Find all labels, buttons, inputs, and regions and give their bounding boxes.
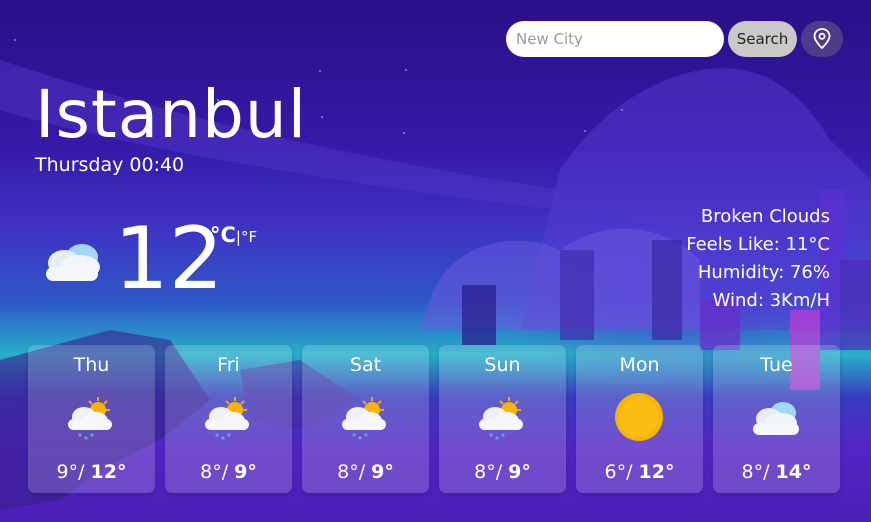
weather-details: Broken Clouds Feels Like: 11°C Humidity:… [686,203,830,315]
forecast-day: Tue 8°/ 14° [713,345,840,493]
forecast-day-name: Tue [760,354,793,376]
cloud-icon [753,402,799,435]
forecast-max: 9° [371,461,394,483]
forecast-list: Thu 9°/ 12° Fri 8°/ 9° Sat 8°/ 9° Sun 8°… [28,345,840,493]
forecast-max: 14° [775,461,812,483]
fahrenheit-unit[interactable]: °F [241,228,257,246]
forecast-temp: 9°/ 12° [57,461,127,483]
cloud-icon [46,244,100,281]
celsius-unit[interactable]: °C [210,223,236,247]
forecast-min: 9°/ [56,461,85,483]
sun-cloud-rain-icon [68,397,112,440]
forecast-temp: 8°/ 9° [200,461,257,483]
map-pin-icon [813,28,831,50]
forecast-min: 6°/ [604,461,633,483]
forecast-day: Fri 8°/ 9° [165,345,292,493]
forecast-day-name: Sat [349,354,382,376]
forecast-day: Sat 8°/ 9° [302,345,429,493]
forecast-day-name: Mon [619,354,660,376]
forecast-day: Mon 6°/ 12° [576,345,703,493]
forecast-day-name: Sun [484,354,521,376]
forecast-day: Thu 9°/ 12° [28,345,155,493]
unit-toggle: °C|°F [210,223,257,247]
forecast-max: 9° [234,461,257,483]
weather-description: Broken Clouds [700,206,830,227]
forecast-temp: 8°/ 9° [337,461,394,483]
current-temperature: 12 [114,209,224,309]
forecast-day-name: Fri [217,354,240,376]
sun-cloud-rain-icon [342,397,386,440]
sun-cloud-rain-icon [479,397,523,440]
feels-like: Feels Like: 11°C [686,234,830,255]
search-button[interactable]: Search [728,21,797,57]
forecast-min: 8°/ [337,461,366,483]
forecast-day-name: Thu [73,354,110,376]
forecast-max: 9° [508,461,531,483]
forecast-min: 8°/ [474,461,503,483]
forecast-temp: 8°/ 14° [742,461,812,483]
location-button[interactable] [801,21,843,57]
city-search-input[interactable] [506,21,724,57]
wind: Wind: 3Km/H [712,290,830,311]
forecast-max: 12° [90,461,127,483]
current-datetime: Thursday 00:40 [35,154,185,176]
forecast-max: 12° [638,461,675,483]
city-name: Istanbul [35,76,308,153]
sun-icon [615,393,663,441]
humidity: Humidity: 76% [697,262,830,283]
forecast-temp: 8°/ 9° [474,461,531,483]
search-bar: Search [506,21,843,57]
forecast-day: Sun 8°/ 9° [439,345,566,493]
sun-cloud-rain-icon [205,397,249,440]
forecast-min: 8°/ [741,461,770,483]
forecast-temp: 6°/ 12° [605,461,675,483]
forecast-min: 8°/ [200,461,229,483]
